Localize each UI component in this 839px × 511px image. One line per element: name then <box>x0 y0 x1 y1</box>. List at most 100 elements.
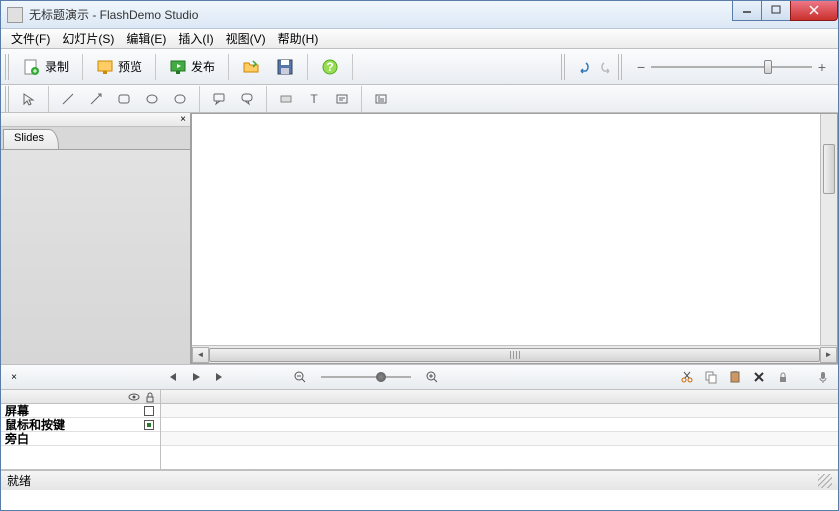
record-icon <box>23 58 41 76</box>
preview-icon <box>96 58 114 76</box>
delete-button[interactable] <box>750 368 768 386</box>
lock-icon[interactable] <box>144 391 156 403</box>
mic-button[interactable] <box>814 368 832 386</box>
main-area: × Slides ◄ ► <box>1 113 838 364</box>
menubar: 文件(F) 幻灯片(S) 编辑(E) 插入(I) 视图(V) 帮助(H) <box>1 29 838 49</box>
cut-button[interactable] <box>678 368 696 386</box>
slider-track[interactable] <box>651 66 812 68</box>
minimize-button[interactable] <box>732 1 762 21</box>
record-button[interactable]: 录制 <box>16 53 76 81</box>
paste-button[interactable] <box>726 368 744 386</box>
track-row[interactable] <box>161 404 838 418</box>
zoom-out-button[interactable] <box>291 368 309 386</box>
scrollbar-thumb[interactable] <box>823 144 835 194</box>
help-button[interactable]: ? <box>314 53 346 81</box>
timeline-close-button[interactable]: × <box>7 372 21 383</box>
svg-text:?: ? <box>326 60 333 74</box>
slides-panel: × Slides <box>1 113 191 364</box>
track-row[interactable] <box>161 418 838 432</box>
ellipse-tool[interactable] <box>139 88 165 110</box>
separator <box>352 54 353 80</box>
panel-tabs: Slides <box>1 127 190 149</box>
toolbar-grip[interactable] <box>561 54 566 80</box>
save-icon <box>276 58 294 76</box>
publish-icon <box>169 58 187 76</box>
last-frame-button[interactable] <box>211 368 229 386</box>
track-row[interactable] <box>161 432 838 446</box>
redo-button[interactable] <box>596 57 616 77</box>
status-text: 就绪 <box>7 472 31 489</box>
canvas[interactable] <box>192 114 837 345</box>
maximize-button[interactable] <box>761 1 791 21</box>
publish-label: 发布 <box>191 58 215 75</box>
lock-button[interactable] <box>774 368 792 386</box>
zoom-slider[interactable]: − + <box>629 59 834 75</box>
menu-file[interactable]: 文件(F) <box>5 28 56 49</box>
save-button[interactable] <box>269 53 301 81</box>
slider-thumb[interactable] <box>764 60 772 74</box>
window-controls <box>733 1 838 21</box>
separator <box>307 54 308 80</box>
track-label: 旁白 <box>5 430 29 447</box>
play-button[interactable] <box>187 368 205 386</box>
eye-icon[interactable] <box>128 391 140 403</box>
separator <box>266 86 267 112</box>
menu-help[interactable]: 帮助(H) <box>272 28 325 49</box>
zoom-in-button[interactable] <box>423 368 441 386</box>
menu-view[interactable]: 视图(V) <box>220 28 272 49</box>
rounded-rect-tool[interactable] <box>167 88 193 110</box>
track-checkbox[interactable] <box>144 406 154 416</box>
titlebar: 无标题演示 - FlashDemo Studio <box>1 1 838 29</box>
track-narration[interactable]: 旁白 <box>1 432 160 446</box>
resize-grip[interactable] <box>818 474 832 488</box>
menu-slide[interactable]: 幻灯片(S) <box>56 28 120 49</box>
callout-tool[interactable] <box>206 88 232 110</box>
close-button[interactable] <box>790 1 838 21</box>
window-title: 无标题演示 - FlashDemo Studio <box>29 6 733 23</box>
tab-slides[interactable]: Slides <box>3 129 59 149</box>
open-button[interactable] <box>235 53 267 81</box>
first-frame-button[interactable] <box>163 368 181 386</box>
rectangle-tool[interactable] <box>111 88 137 110</box>
toolbar-grip[interactable] <box>5 54 10 80</box>
pointer-tool[interactable] <box>16 88 42 110</box>
undo-button[interactable] <box>574 57 594 77</box>
separator <box>228 54 229 80</box>
zoom-plus-icon[interactable]: + <box>818 59 826 75</box>
line-tool[interactable] <box>55 88 81 110</box>
undo-redo-group <box>574 57 616 77</box>
menu-insert[interactable]: 插入(I) <box>172 28 219 49</box>
arrow-tool[interactable] <box>83 88 109 110</box>
copy-button[interactable] <box>702 368 720 386</box>
horizontal-scrollbar[interactable]: ◄ ► <box>192 345 837 363</box>
folder-open-icon <box>242 58 260 76</box>
separator <box>361 86 362 112</box>
timeline-ruler[interactable] <box>161 390 838 404</box>
textbox-tool[interactable] <box>329 88 355 110</box>
scrollbar-thumb[interactable] <box>209 348 820 362</box>
toolbar-grip[interactable] <box>5 86 10 112</box>
publish-button[interactable]: 发布 <box>162 53 222 81</box>
image-tool[interactable] <box>368 88 394 110</box>
menu-edit[interactable]: 编辑(E) <box>120 28 172 49</box>
main-toolbar: 录制 预览 发布 ? − + <box>1 49 838 85</box>
scrollbar-track[interactable] <box>209 347 820 363</box>
balloon-tool[interactable] <box>234 88 260 110</box>
timeline-labels: 屏幕 鼠标和按键 旁白 <box>1 390 161 469</box>
scroll-right-button[interactable]: ► <box>820 347 837 363</box>
slider-thumb[interactable] <box>376 372 386 382</box>
preview-button[interactable]: 预览 <box>89 53 149 81</box>
button-tool[interactable] <box>273 88 299 110</box>
text-tool[interactable]: T <box>301 88 327 110</box>
slides-list[interactable] <box>1 149 190 364</box>
timeline-tracks[interactable] <box>161 390 838 469</box>
panel-close-button[interactable]: × <box>1 113 190 127</box>
svg-text:T: T <box>310 92 318 106</box>
vertical-scrollbar[interactable] <box>820 114 837 345</box>
track-checkbox[interactable] <box>144 420 154 430</box>
timeline-zoom-slider[interactable] <box>321 376 411 378</box>
shape-toolbar: T <box>1 85 838 113</box>
toolbar-grip[interactable] <box>618 54 623 80</box>
scroll-left-button[interactable]: ◄ <box>192 347 209 363</box>
zoom-minus-icon[interactable]: − <box>637 59 645 75</box>
